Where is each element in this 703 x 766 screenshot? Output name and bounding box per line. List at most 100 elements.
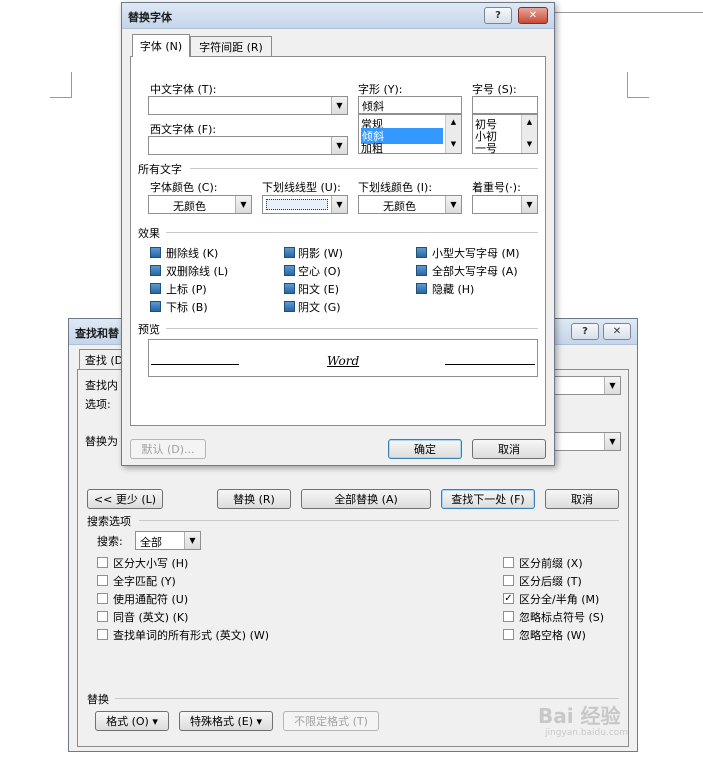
tab-spacing[interactable]: 字符间距 (R): [190, 36, 272, 56]
western-font-select[interactable]: ▼: [148, 136, 348, 155]
cancel-button[interactable]: 取消: [545, 489, 619, 509]
underline-preview: [266, 199, 328, 210]
find-what-label: 查找内: [85, 379, 118, 392]
baidu-watermark-url: jingyan.baidu.com: [545, 728, 629, 738]
font-size-list[interactable]: 初号 小初 一号 ▲ ▼: [472, 114, 538, 156]
format-button[interactable]: 格式 (O) ▾: [95, 711, 169, 731]
match-suffix-checkbox[interactable]: [503, 575, 514, 586]
font-style-input[interactable]: 倾斜: [358, 96, 462, 114]
separator: [166, 232, 538, 233]
special-button[interactable]: 特殊格式 (E) ▾: [179, 711, 273, 731]
outline-checkbox[interactable]: [284, 265, 295, 276]
sounds-like-checkbox[interactable]: [97, 611, 108, 622]
chevron-down-icon[interactable]: ▼: [604, 377, 620, 394]
scrollbar[interactable]: ▲ ▼: [521, 115, 537, 153]
engrave-checkbox[interactable]: [284, 301, 295, 312]
hidden-checkbox[interactable]: [416, 283, 427, 294]
match-case-checkbox[interactable]: [97, 557, 108, 568]
ignore-space-checkbox[interactable]: [503, 629, 514, 640]
whole-word-label: 全字匹配 (Y): [113, 575, 176, 588]
preview-box: Word: [148, 339, 538, 377]
preview-text: Word: [327, 354, 360, 368]
checkmark-icon: ✓: [504, 593, 513, 604]
find-what-input[interactable]: ▼: [549, 376, 621, 395]
chevron-down-icon[interactable]: ▼: [235, 196, 251, 213]
all-caps-checkbox[interactable]: [416, 265, 427, 276]
separator: [166, 328, 538, 329]
scrollbar[interactable]: ▲ ▼: [445, 115, 461, 153]
close-button[interactable]: ✕: [603, 323, 631, 340]
search-direction-label: 搜索:: [97, 535, 123, 548]
match-prefix-checkbox[interactable]: [503, 557, 514, 568]
no-formatting-button[interactable]: 不限定格式 (T): [283, 711, 379, 731]
strikethrough-label: 删除线 (K): [166, 247, 219, 260]
help-button[interactable]: ?: [484, 7, 512, 24]
word-forms-checkbox[interactable]: [97, 629, 108, 640]
emphasis-mark-label: 着重号(·):: [472, 181, 521, 194]
superscript-label: 上标 (P): [166, 283, 207, 296]
ignore-punct-label: 忽略标点符号 (S): [519, 611, 605, 624]
replace-section-label: 替换: [87, 693, 109, 706]
underline-type-select[interactable]: ▼: [262, 195, 348, 214]
ignore-space-label: 忽略空格 (W): [519, 629, 586, 642]
chevron-down-icon[interactable]: ▼: [331, 196, 347, 213]
font-style-list[interactable]: 常规 倾斜 加粗 ▲ ▼: [358, 114, 462, 156]
match-prefix-label: 区分前缀 (X): [519, 557, 583, 570]
chevron-down-icon[interactable]: ▼: [521, 196, 537, 213]
font-style-label: 字形 (Y):: [358, 83, 403, 96]
replace-font-dialog: 替换字体 ? ✕ 字体 (N) 字符间距 (R) 中文字体 (T): ▼ 西文字…: [121, 2, 555, 466]
separator: [190, 168, 538, 169]
replace-all-button[interactable]: 全部替换 (A): [301, 489, 431, 509]
help-button[interactable]: ?: [571, 323, 599, 340]
less-button[interactable]: << 更少 (L): [87, 489, 163, 509]
shadow-label: 阴影 (W): [298, 247, 343, 260]
page-corner-mark: [627, 72, 649, 98]
separator: [115, 698, 619, 699]
font-size-input[interactable]: [472, 96, 538, 114]
emboss-checkbox[interactable]: [284, 283, 295, 294]
replace-with-label: 替换为: [85, 435, 118, 448]
superscript-checkbox[interactable]: [150, 283, 161, 294]
underline-color-select[interactable]: 无颜色 ▼: [358, 195, 462, 214]
separator: [139, 520, 619, 521]
font-color-label: 字体颜色 (C):: [150, 181, 218, 194]
chevron-down-icon[interactable]: ▼: [184, 532, 200, 549]
close-button[interactable]: ✕: [518, 7, 548, 24]
close-icon: ✕: [612, 326, 622, 337]
chevron-down-icon[interactable]: ▼: [604, 433, 620, 450]
find-next-button[interactable]: 查找下一处 (F): [441, 489, 535, 509]
emphasis-mark-select[interactable]: ▼: [472, 195, 538, 214]
small-caps-checkbox[interactable]: [416, 247, 427, 258]
ok-button[interactable]: 确定: [388, 439, 462, 459]
underline-color-label: 下划线颜色 (I):: [358, 181, 433, 194]
page-top-line: [550, 12, 703, 13]
sounds-like-label: 同音 (英文) (K): [113, 611, 189, 624]
default-button[interactable]: 默认 (D)...: [130, 439, 206, 459]
list-item[interactable]: 一号: [475, 140, 497, 156]
double-strikethrough-checkbox[interactable]: [150, 265, 161, 276]
search-direction-select[interactable]: 全部 ▼: [135, 531, 201, 550]
baidu-watermark-logo: Bai 经验: [538, 704, 621, 728]
font-size-label: 字号 (S):: [472, 83, 517, 96]
shadow-checkbox[interactable]: [284, 247, 295, 258]
font-color-select[interactable]: 无颜色 ▼: [148, 195, 252, 214]
chinese-font-select[interactable]: ▼: [148, 96, 348, 115]
strikethrough-checkbox[interactable]: [150, 247, 161, 258]
tab-font[interactable]: 字体 (N): [132, 34, 190, 57]
cancel-button[interactable]: 取消: [472, 439, 546, 459]
replace-button[interactable]: 替换 (R): [217, 489, 291, 509]
all-text-label: 所有文字: [138, 163, 182, 176]
preview-baseline-left: [151, 364, 239, 365]
chevron-down-icon[interactable]: ▼: [331, 97, 347, 114]
match-width-checkbox[interactable]: ✓: [503, 593, 514, 604]
chevron-down-icon[interactable]: ▼: [331, 137, 347, 154]
replace-with-input[interactable]: ▼: [549, 432, 621, 451]
list-item[interactable]: 加粗: [361, 140, 383, 156]
whole-word-checkbox[interactable]: [97, 575, 108, 586]
wildcards-checkbox[interactable]: [97, 593, 108, 604]
chevron-down-icon[interactable]: ▼: [445, 196, 461, 213]
effects-label: 效果: [138, 227, 160, 240]
ignore-punct-checkbox[interactable]: [503, 611, 514, 622]
search-options-label: 搜索选项: [87, 515, 131, 528]
subscript-checkbox[interactable]: [150, 301, 161, 312]
